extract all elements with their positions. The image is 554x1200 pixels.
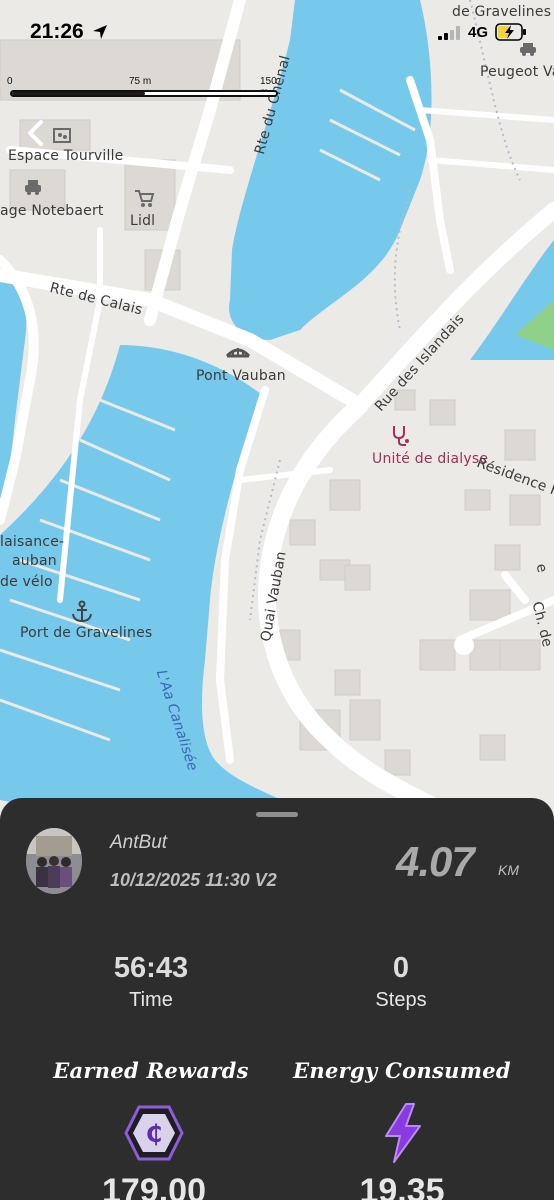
- activity-summary-sheet[interactable]: AntBut 10/12/2025 11:30 V2 4.07 KM 56:43…: [0, 798, 554, 1200]
- chevron-left-icon: [28, 120, 43, 146]
- scale-label-0: 0: [7, 76, 13, 87]
- network-type: 4G: [468, 24, 489, 41]
- map-label-plaisance-3: de vélo: [0, 574, 53, 590]
- status-bar: 21:26 4G: [0, 0, 554, 64]
- energy-value: 19.35: [359, 1172, 445, 1200]
- map-view[interactable]: Espace Tourville age Notebaert Lidl Rte …: [0, 0, 554, 830]
- reward-token-icon: ₵: [124, 1105, 184, 1161]
- anchor-icon: [72, 600, 92, 623]
- distance-value: 4.07: [396, 838, 475, 885]
- activity-datetime: 10/12/2025 11:30 V2: [110, 870, 277, 890]
- map-label-espace-tourville: Espace Tourville: [8, 148, 124, 164]
- distance-unit: KM: [498, 862, 519, 878]
- map-label-plaisance-2: auban: [12, 553, 57, 569]
- sheet-drag-handle[interactable]: [256, 812, 298, 817]
- time-label: Time: [129, 989, 173, 1011]
- back-button[interactable]: [20, 116, 54, 150]
- scale-label-75: 75 m: [129, 76, 152, 87]
- bridge-icon: [226, 348, 250, 358]
- map-label-garage: age Notebaert: [0, 203, 104, 219]
- car-repair-icon: [25, 180, 41, 195]
- map-label-plaisance-1: laisance-: [0, 534, 65, 550]
- steps-value: 0: [392, 952, 410, 984]
- map-scale-bar: 0 75 m 150 m: [7, 76, 280, 98]
- scale-bar-fill: [12, 92, 145, 95]
- map-label-port-de-gravelines: Port de Gravelines: [20, 625, 153, 641]
- rewards-value: 179.00: [102, 1172, 206, 1200]
- stethoscope-icon: [393, 426, 409, 446]
- battery-charging-icon: [495, 23, 526, 41]
- energy-consumed-label: Energy Consumed: [293, 1058, 511, 1083]
- theatre-icon: [53, 128, 71, 143]
- cellular-signal-icon: [438, 26, 460, 40]
- username: AntBut: [110, 832, 168, 853]
- map-label-lidl: Lidl: [130, 213, 156, 229]
- steps-label: Steps: [375, 989, 427, 1011]
- status-time: 21:26: [30, 20, 84, 43]
- location-arrow-icon: [93, 25, 107, 39]
- map-label-unite-de-dialyse: Unité de dialyse: [372, 451, 489, 467]
- avatar-photo: [26, 828, 82, 894]
- shopping-cart-icon: [135, 190, 155, 207]
- time-value: 56:43: [113, 952, 189, 984]
- earned-rewards-label: Earned Rewards: [53, 1058, 249, 1083]
- lightning-bolt-icon: [385, 1103, 421, 1163]
- map-canvas: [0, 0, 554, 830]
- map-label-peugeot: Peugeot Va: [480, 64, 554, 80]
- svg-text:₵: ₵: [146, 1120, 163, 1148]
- avatar: [26, 828, 82, 894]
- map-label-pont-vauban: Pont Vauban: [196, 368, 286, 384]
